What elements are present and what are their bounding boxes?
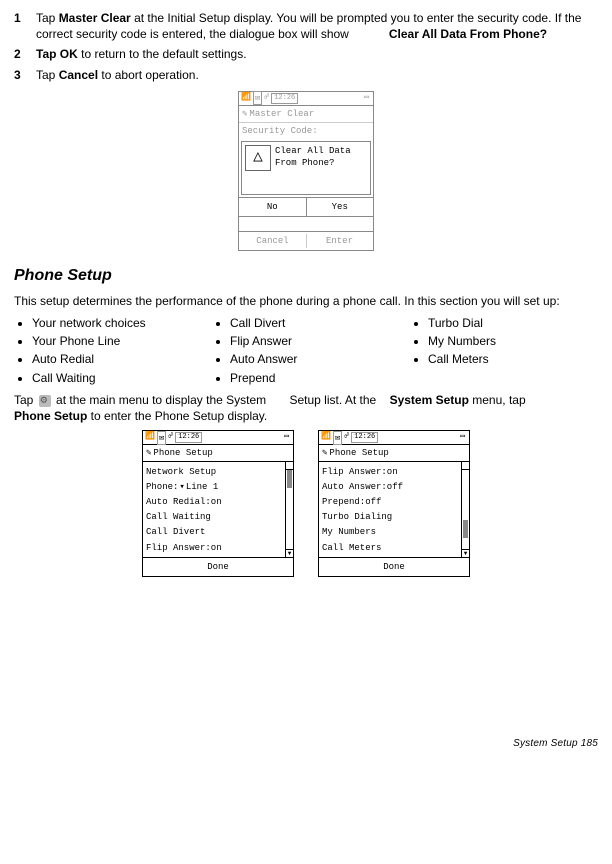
scroll-down-icon[interactable]: ▼ xyxy=(462,549,469,557)
done-softkey[interactable]: Done xyxy=(319,558,469,576)
status-bar: 12:26 xyxy=(143,431,293,445)
section-heading: Phone Setup xyxy=(14,265,598,287)
list-item: Your network choices xyxy=(32,315,202,331)
menu-item[interactable]: Turbo Dialing xyxy=(322,510,459,525)
list-item: Call Waiting xyxy=(32,370,202,386)
pen-icon xyxy=(146,447,153,459)
scroll-up-icon[interactable]: ▲ xyxy=(462,462,469,470)
menu-item[interactable]: Call Divert xyxy=(146,525,283,540)
pen-icon xyxy=(322,447,329,459)
scrollbar[interactable]: ▲ ▼ xyxy=(461,462,469,557)
page-footer: System Setup 185 xyxy=(14,737,598,751)
clock: 12:26 xyxy=(271,93,298,104)
list-item: Auto Answer xyxy=(230,351,400,367)
menu-item[interactable]: Flip Answer:on xyxy=(146,540,283,555)
mail-icon xyxy=(253,91,262,105)
menu-item[interactable]: My Numbers xyxy=(322,525,459,540)
scrollbar[interactable]: ▲ ▼ xyxy=(285,462,293,557)
menu-item[interactable]: Network Setup xyxy=(146,464,283,479)
dropdown-icon xyxy=(178,482,185,492)
scroll-up-icon[interactable]: ▲ xyxy=(286,462,293,470)
setup-icon xyxy=(39,395,51,407)
mail-icon xyxy=(333,431,342,445)
mail-icon xyxy=(157,431,166,445)
pen-icon xyxy=(242,108,249,120)
list-item: Call Divert xyxy=(230,315,400,331)
dialog-title: Master Clear xyxy=(239,106,373,123)
battery-icon xyxy=(460,432,465,443)
confirm-box: △ Clear All Data From Phone? xyxy=(241,141,371,195)
screen-title: Phone Setup xyxy=(143,445,293,462)
signal-icon xyxy=(321,432,331,443)
list-item: Call Meters xyxy=(428,351,598,367)
status-bar: 12:26 xyxy=(239,92,373,106)
cancel-softkey[interactable]: Cancel xyxy=(239,232,306,250)
step-number: 2 xyxy=(14,46,36,62)
list-item: Turbo Dial xyxy=(428,315,598,331)
phone-setup-screen-right: 12:26 Phone Setup Flip Answer:on Auto An… xyxy=(318,430,470,577)
step-text: Tap OK to return to the default settings… xyxy=(36,46,598,62)
list-item: Prepend xyxy=(230,370,400,386)
step-number: 3 xyxy=(14,67,36,83)
list-item: Your Phone Line xyxy=(32,333,202,349)
enter-softkey[interactable]: Enter xyxy=(306,232,373,250)
roam-icon xyxy=(264,93,269,104)
roam-icon xyxy=(168,432,173,443)
list-item: Flip Answer xyxy=(230,333,400,349)
menu-item[interactable]: Call Waiting xyxy=(146,510,283,525)
no-button[interactable]: No xyxy=(239,198,306,216)
tap-instruction: Tap at the main menu to display the Syst… xyxy=(14,392,598,424)
step-text: Tap Cancel to abort operation. xyxy=(36,67,598,83)
step-number: 1 xyxy=(14,10,36,42)
security-code-label: Security Code: xyxy=(239,123,373,139)
roam-icon xyxy=(344,432,349,443)
menu-item[interactable]: Phone:Line 1 xyxy=(146,480,283,495)
phone-setup-screen-left: 12:26 Phone Setup Network Setup Phone:Li… xyxy=(142,430,294,577)
done-softkey[interactable]: Done xyxy=(143,558,293,576)
step-list: 1 Tap Master Clear at the Initial Setup … xyxy=(14,10,598,83)
menu-item[interactable]: Flip Answer:on xyxy=(322,464,459,479)
signal-icon xyxy=(241,93,251,104)
scroll-thumb[interactable] xyxy=(287,470,292,488)
menu-item[interactable]: Auto Answer:off xyxy=(322,480,459,495)
battery-icon xyxy=(364,93,369,104)
yes-button[interactable]: Yes xyxy=(306,198,374,216)
status-bar: 12:26 xyxy=(319,431,469,445)
clock: 12:26 xyxy=(351,432,378,443)
list-item: Auto Redial xyxy=(32,351,202,367)
scroll-down-icon[interactable]: ▼ xyxy=(286,549,293,557)
master-clear-dialog: 12:26 Master Clear Security Code: △ Clea… xyxy=(238,91,374,252)
list-item: My Numbers xyxy=(428,333,598,349)
warning-icon: △ xyxy=(245,145,271,171)
battery-icon xyxy=(284,432,289,443)
menu-item[interactable]: Call Meters xyxy=(322,540,459,555)
screen-title: Phone Setup xyxy=(319,445,469,462)
feature-bullets: Your network choices Your Phone Line Aut… xyxy=(14,313,598,388)
menu-item[interactable]: Prepend:off xyxy=(322,495,459,510)
clock: 12:26 xyxy=(175,432,202,443)
menu-item[interactable]: Auto Redial:on xyxy=(146,495,283,510)
section-intro: This setup determines the performance of… xyxy=(14,293,598,309)
scroll-thumb[interactable] xyxy=(463,520,468,538)
step-text: Tap Master Clear at the Initial Setup di… xyxy=(36,10,598,42)
signal-icon xyxy=(145,432,155,443)
